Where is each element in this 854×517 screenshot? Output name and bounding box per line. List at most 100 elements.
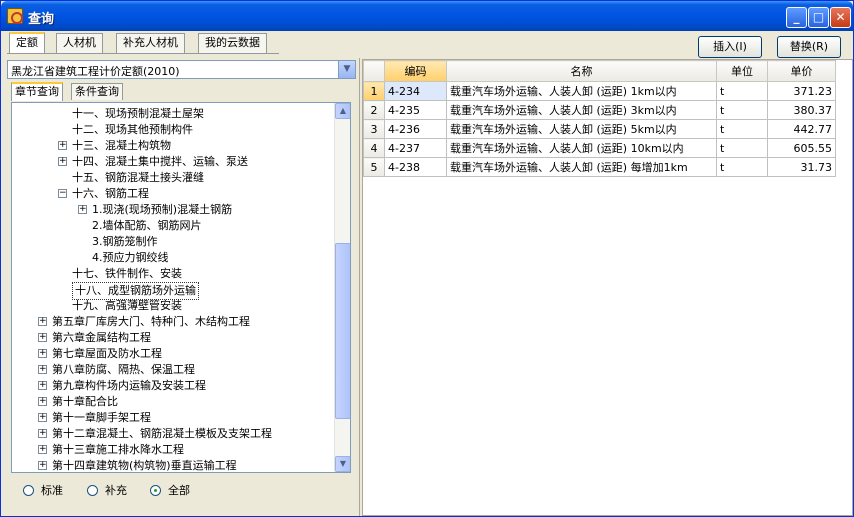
table-row[interactable]: 4 4-237 载重汽车场外运输、人装人卸 (运距) 10km以内 t 605.55: [363, 138, 836, 158]
collapse-icon[interactable]: −: [58, 189, 67, 198]
radio-supplement[interactable]: [87, 485, 98, 496]
pane-splitter[interactable]: [359, 58, 361, 516]
tree-item-label: 第十章配合比: [52, 395, 118, 408]
tree-item-label: 第十三章施工排水降水工程: [52, 443, 184, 456]
header-unit[interactable]: 单位: [716, 60, 768, 82]
row-number[interactable]: 2: [363, 100, 385, 120]
tree-item-label: 十九、高强薄壁管安装: [72, 299, 182, 312]
expand-icon[interactable]: +: [58, 157, 67, 166]
table-row[interactable]: 2 4-235 载重汽车场外运输、人装人卸 (运距) 3km以内 t 380.37: [363, 100, 836, 120]
expand-icon[interactable]: +: [38, 429, 47, 438]
expand-icon[interactable]: +: [78, 205, 87, 214]
filter-standard-label: 标准: [41, 484, 63, 497]
cell-code[interactable]: 4-237: [384, 138, 447, 158]
expand-icon[interactable]: +: [38, 365, 47, 374]
filter-standard[interactable]: 标准: [23, 484, 63, 498]
scrollbar-thumb[interactable]: [335, 243, 350, 419]
cell-code[interactable]: 4-238: [384, 157, 447, 177]
cell-price[interactable]: 442.77: [767, 119, 836, 139]
filter-supplement[interactable]: 补充: [87, 484, 127, 498]
title-bar[interactable]: 查询 _ □ ✕: [1, 1, 853, 31]
cell-unit[interactable]: t: [716, 157, 768, 177]
header-name[interactable]: 名称: [446, 60, 717, 82]
filter-all[interactable]: 全部: [150, 484, 190, 498]
tab-supplement-labor-material[interactable]: 补充人材机: [116, 33, 185, 53]
cell-code[interactable]: 4-234: [384, 81, 447, 101]
tree-item-label: 2.墙体配筋、钢筋网片: [92, 219, 202, 232]
expand-icon[interactable]: +: [38, 381, 47, 390]
quota-library-value: 黑龙江省建筑工程计价定额(2010): [11, 65, 180, 78]
insert-button[interactable]: 插入(I): [698, 36, 762, 58]
tree-item-label: 十七、铁件制作、安装: [72, 267, 182, 280]
row-number[interactable]: 4: [363, 138, 385, 158]
tree-item-label: 第十一章脚手架工程: [52, 411, 151, 424]
cell-code[interactable]: 4-235: [384, 100, 447, 120]
cell-unit[interactable]: t: [716, 81, 768, 101]
expand-icon[interactable]: +: [38, 317, 47, 326]
quota-library-select[interactable]: 黑龙江省建筑工程计价定额(2010) ▼: [7, 60, 356, 79]
results-table: 编码 名称 单位 单价 1 4-234 载重汽车场外运输、人装人卸 (运距) 1km…: [363, 60, 836, 177]
expand-icon[interactable]: +: [38, 413, 47, 422]
expand-icon[interactable]: +: [38, 461, 47, 470]
query-window: 查询 _ □ ✕ 定额 人材机 补充人材机 我的云数据 插入(I) 替换(R) …: [0, 0, 854, 517]
tree-item-label: 第七章屋面及防水工程: [52, 347, 162, 360]
cell-price[interactable]: 31.73: [767, 157, 836, 177]
tab-quota[interactable]: 定额: [9, 32, 45, 54]
tab-divider: [7, 53, 279, 54]
minimize-button[interactable]: _: [786, 7, 807, 28]
cell-unit[interactable]: t: [716, 100, 768, 120]
cell-name[interactable]: 载重汽车场外运输、人装人卸 (运距) 10km以内: [446, 138, 717, 158]
row-number[interactable]: 5: [363, 157, 385, 177]
tab-chapter-query[interactable]: 章节查询: [11, 82, 63, 101]
tree-item-label: 十八、成型钢筋场外运输: [72, 282, 199, 300]
tree-item-label: 第五章厂库房大门、特种门、木结构工程: [52, 315, 250, 328]
cell-name[interactable]: 载重汽车场外运输、人装人卸 (运距) 每增加1km: [446, 157, 717, 177]
row-number[interactable]: 1: [363, 81, 385, 101]
results-grid[interactable]: 编码 名称 单位 单价 1 4-234 载重汽车场外运输、人装人卸 (运距) 1km…: [362, 59, 853, 516]
tab-condition-query[interactable]: 条件查询: [71, 83, 123, 100]
table-row[interactable]: 1 4-234 载重汽车场外运输、人装人卸 (运距) 1km以内 t 371.23: [363, 81, 836, 101]
cell-price[interactable]: 380.37: [767, 100, 836, 120]
cell-unit[interactable]: t: [716, 138, 768, 158]
radio-all[interactable]: [150, 485, 161, 496]
tree-item-label: 第八章防腐、隔热、保温工程: [52, 363, 195, 376]
chapter-tree[interactable]: + 第十四章建筑物(构筑物)垂直运输工程 + 第十三章施工排水降水工程 + 第十二章混凝土…: [11, 102, 351, 473]
cell-price[interactable]: 371.23: [767, 81, 836, 101]
expand-icon[interactable]: +: [38, 445, 47, 454]
tree-item-label: 十五、钢筋混凝土接头灌缝: [72, 171, 204, 184]
cell-name[interactable]: 载重汽车场外运输、人装人卸 (运距) 5km以内: [446, 119, 717, 139]
table-row[interactable]: 5 4-238 载重汽车场外运输、人装人卸 (运距) 每增加1km t 31.73: [363, 157, 836, 177]
tree-item-label: 十六、钢筋工程: [72, 187, 149, 200]
close-button[interactable]: ✕: [830, 7, 851, 28]
tree-scrollbar[interactable]: ▲ ▼: [334, 103, 350, 472]
app-icon: [7, 8, 23, 24]
cell-unit[interactable]: t: [716, 119, 768, 139]
filter-all-label: 全部: [168, 484, 190, 497]
row-number[interactable]: 3: [363, 119, 385, 139]
expand-icon[interactable]: +: [38, 333, 47, 342]
header-code[interactable]: 编码: [384, 60, 447, 82]
scroll-up-arrow-icon[interactable]: ▲: [335, 103, 350, 119]
chevron-down-icon[interactable]: ▼: [338, 61, 355, 78]
grid-header-row: 编码 名称 单位 单价: [363, 60, 836, 82]
cell-price[interactable]: 605.55: [767, 138, 836, 158]
tree-item-label: 第六章金属结构工程: [52, 331, 151, 344]
scroll-down-arrow-icon[interactable]: ▼: [335, 456, 350, 472]
maximize-button[interactable]: □: [808, 7, 829, 28]
cell-code[interactable]: 4-236: [384, 119, 447, 139]
tree-item-label: 第九章构件场内运输及安装工程: [52, 379, 206, 392]
tree-item-label: 十一、现场预制混凝土屋架: [72, 107, 204, 120]
expand-icon[interactable]: +: [58, 141, 67, 150]
tab-cloud-data[interactable]: 我的云数据: [198, 33, 267, 53]
tab-labor-material[interactable]: 人材机: [56, 33, 103, 53]
cell-name[interactable]: 载重汽车场外运输、人装人卸 (运距) 1km以内: [446, 81, 717, 101]
tree-item-label: 十二、现场其他预制构件: [72, 123, 193, 136]
expand-icon[interactable]: +: [38, 349, 47, 358]
expand-icon[interactable]: +: [38, 397, 47, 406]
table-row[interactable]: 3 4-236 载重汽车场外运输、人装人卸 (运距) 5km以内 t 442.77: [363, 119, 836, 139]
cell-name[interactable]: 载重汽车场外运输、人装人卸 (运距) 3km以内: [446, 100, 717, 120]
radio-standard[interactable]: [23, 485, 34, 496]
tree-item-label: 4.预应力钢绞线: [92, 251, 169, 264]
header-price[interactable]: 单价: [767, 60, 836, 82]
replace-button[interactable]: 替换(R): [777, 36, 841, 58]
